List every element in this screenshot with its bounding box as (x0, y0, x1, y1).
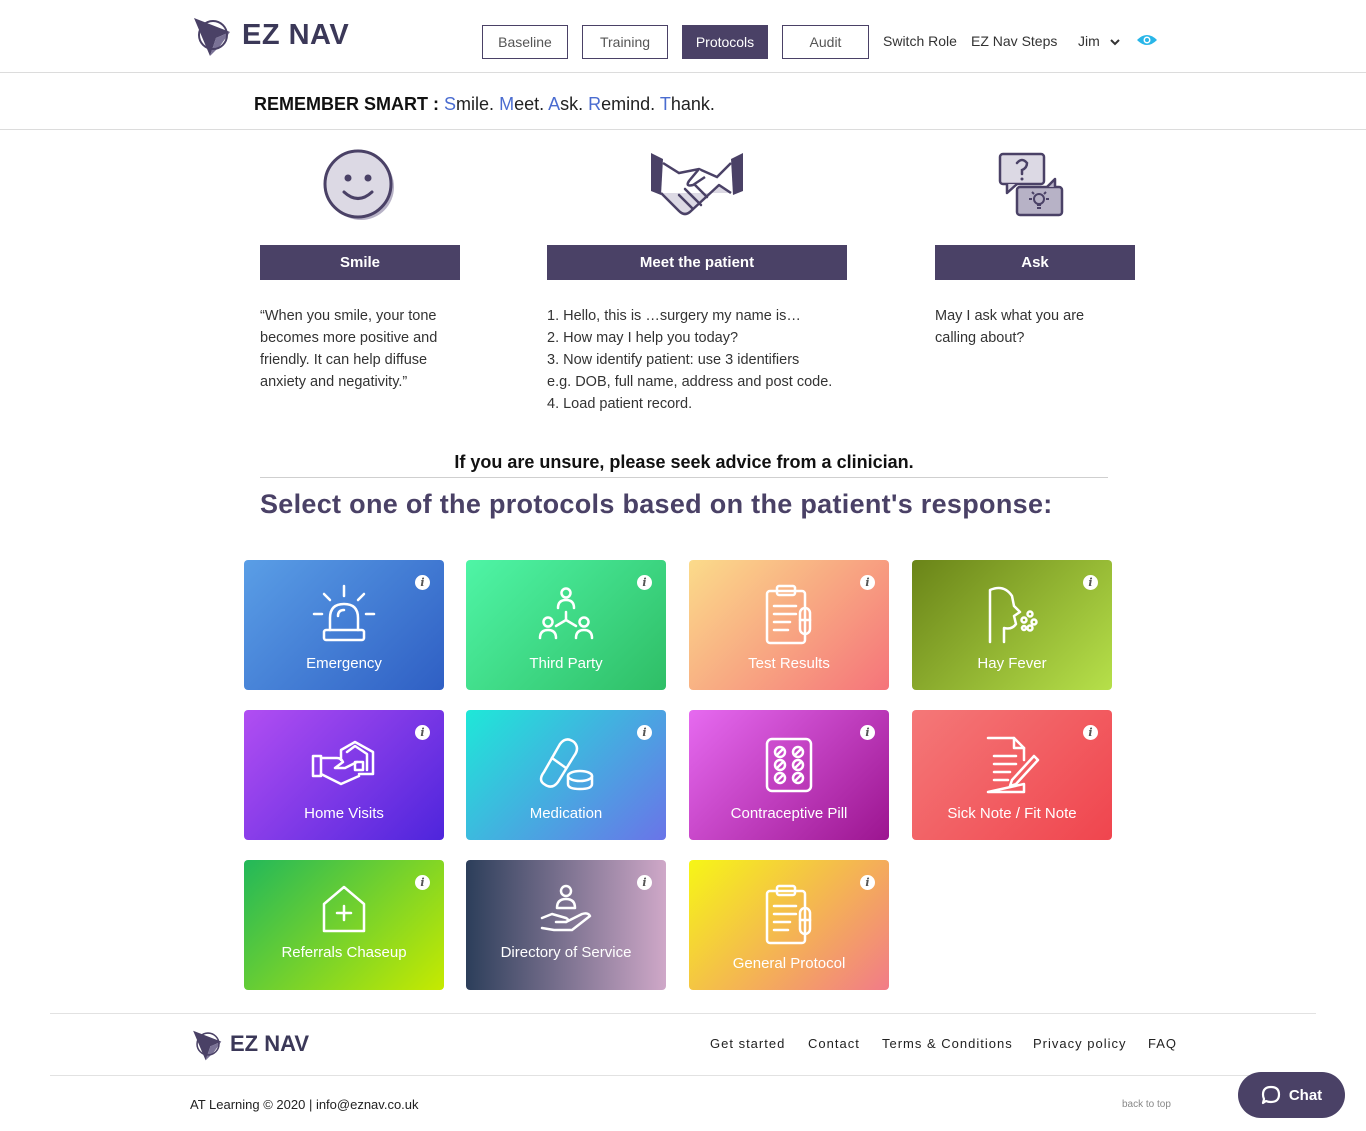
smart-word-thank: Thank. (659, 94, 715, 114)
smart-word-remind: Remind. (588, 94, 656, 114)
nav-protocols[interactable]: Protocols (682, 25, 768, 59)
footer-link-terms[interactable]: Terms & Conditions (882, 1036, 1013, 1051)
footer-logo[interactable]: EZ NAV (190, 1026, 309, 1062)
footer-divider-bottom (50, 1075, 1316, 1076)
clipboard-general-icon (765, 884, 812, 945)
user-menu[interactable]: Jim (1078, 33, 1120, 49)
smart-word-ask: Ask. (548, 94, 584, 114)
info-icon[interactable]: i (860, 875, 875, 890)
tile-referrals-chaseup[interactable]: i Referrals Chaseup (244, 860, 444, 990)
info-icon[interactable]: i (860, 575, 875, 590)
info-icon[interactable]: i (637, 875, 652, 890)
tile-label: Sick Note / Fit Note (947, 805, 1077, 822)
note-pen-icon (986, 736, 1040, 794)
compass-logo-icon (193, 1030, 222, 1061)
tile-label: Directory of Service (500, 944, 632, 961)
tile-emergency[interactable]: i Emergency (244, 560, 444, 690)
tile-label: Third Party (529, 655, 603, 672)
smart-word-smile: Smile. (444, 94, 495, 114)
select-protocol-title: Select one of the protocols based on the… (260, 489, 1053, 519)
tile-contraceptive-pill[interactable]: i Contraceptive Pill (689, 710, 889, 840)
chat-bubble-icon (1261, 1085, 1280, 1105)
ez-nav-steps-link[interactable]: EZ Nav Steps (971, 33, 1057, 49)
logo-text: EZ NAV (242, 18, 350, 51)
top-header: EZ NAV Baseline Training Protocols Audit… (0, 0, 1366, 73)
people-network-icon (538, 587, 594, 640)
compass-logo-icon (194, 18, 230, 56)
clinician-advice-text: If you are unsure, please seek advice fr… (454, 452, 914, 472)
tile-home-visits[interactable]: i Home Visits (244, 710, 444, 840)
nav-training[interactable]: Training (582, 25, 668, 59)
tile-label: Emergency (306, 655, 382, 672)
smart-word-meet: Meet. (499, 94, 545, 114)
info-icon[interactable]: i (860, 725, 875, 740)
footer-link-privacy[interactable]: Privacy policy (1033, 1036, 1126, 1051)
smiley-icon (323, 149, 394, 220)
info-icon[interactable]: i (415, 575, 430, 590)
remember-smart-text: REMEMBER SMART : Smile. Meet. Ask. Remin… (254, 94, 715, 115)
footer-logo-text: EZ NAV (230, 1031, 310, 1056)
smile-text: “When you smile, your tone becomes more … (260, 308, 438, 390)
tile-label: Referrals Chaseup (281, 944, 407, 961)
smile-header: Smile (260, 245, 460, 280)
chevron-down-icon (1109, 39, 1120, 46)
switch-role-link[interactable]: Switch Role (883, 33, 957, 49)
footer-link-faq[interactable]: FAQ (1148, 1036, 1177, 1051)
head-pollen-icon (988, 586, 1038, 644)
tile-directory-of-service[interactable]: i Directory of Service (466, 860, 666, 990)
pill-capsule-icon (539, 738, 594, 791)
ask-header: Ask (935, 245, 1135, 280)
footer-link-contact[interactable]: Contact (808, 1036, 860, 1051)
copyright-text: AT Learning © 2020 | info@eznav.co.uk (190, 1097, 419, 1112)
tile-label: Home Visits (304, 805, 384, 822)
info-icon[interactable]: i (637, 725, 652, 740)
back-to-top-link[interactable]: back to top (1122, 1099, 1171, 1110)
tile-label: Medication (529, 805, 603, 822)
clipboard-test-icon (765, 584, 812, 645)
tile-hay-fever[interactable]: i Hay Fever (912, 560, 1112, 690)
house-plus-icon (322, 885, 366, 933)
eye-icon[interactable] (1136, 32, 1158, 48)
divider (260, 477, 1108, 478)
info-icon[interactable]: i (637, 575, 652, 590)
question-bubbles-icon (998, 152, 1064, 217)
siren-icon (312, 584, 376, 642)
chat-label: Chat (1288, 1086, 1323, 1104)
info-icon[interactable]: i (1083, 575, 1098, 590)
meet-text: 1. Hello, this is …surgery my name is… 2… (547, 308, 833, 412)
info-icon[interactable]: i (1083, 725, 1098, 740)
tile-label: Test Results (748, 655, 830, 672)
tile-test-results[interactable]: i Test Results (689, 560, 889, 690)
nav-baseline[interactable]: Baseline (482, 25, 568, 59)
footer-divider-top (50, 1013, 1316, 1014)
info-icon[interactable]: i (415, 725, 430, 740)
tile-general-protocol[interactable]: i General Protocol (689, 860, 889, 990)
remember-label: REMEMBER SMART : (254, 94, 439, 114)
info-icon[interactable]: i (415, 875, 430, 890)
tile-label: Hay Fever (977, 655, 1047, 672)
tile-medication[interactable]: i Medication (466, 710, 666, 840)
tile-sick-note[interactable]: i Sick Note / Fit Note (912, 710, 1112, 840)
tile-third-party[interactable]: i Third Party (466, 560, 666, 690)
tile-label: General Protocol (732, 955, 846, 972)
nav-audit[interactable]: Audit (782, 25, 869, 59)
remember-smart-bar: REMEMBER SMART : Smile. Meet. Ask. Remin… (0, 73, 1366, 130)
meet-header: Meet the patient (547, 245, 847, 280)
logo[interactable]: EZ NAV (190, 12, 349, 58)
ask-text: May I ask what you are calling about? (935, 308, 1085, 346)
hand-person-icon (540, 884, 592, 932)
tile-label: Contraceptive Pill (730, 805, 848, 822)
user-name: Jim (1078, 33, 1100, 49)
chat-button[interactable]: Chat (1238, 1072, 1345, 1118)
pill-pack-icon (765, 737, 813, 793)
hand-house-icon (311, 740, 375, 786)
handshake-icon (651, 153, 743, 216)
footer-link-get-started[interactable]: Get started (710, 1036, 785, 1051)
